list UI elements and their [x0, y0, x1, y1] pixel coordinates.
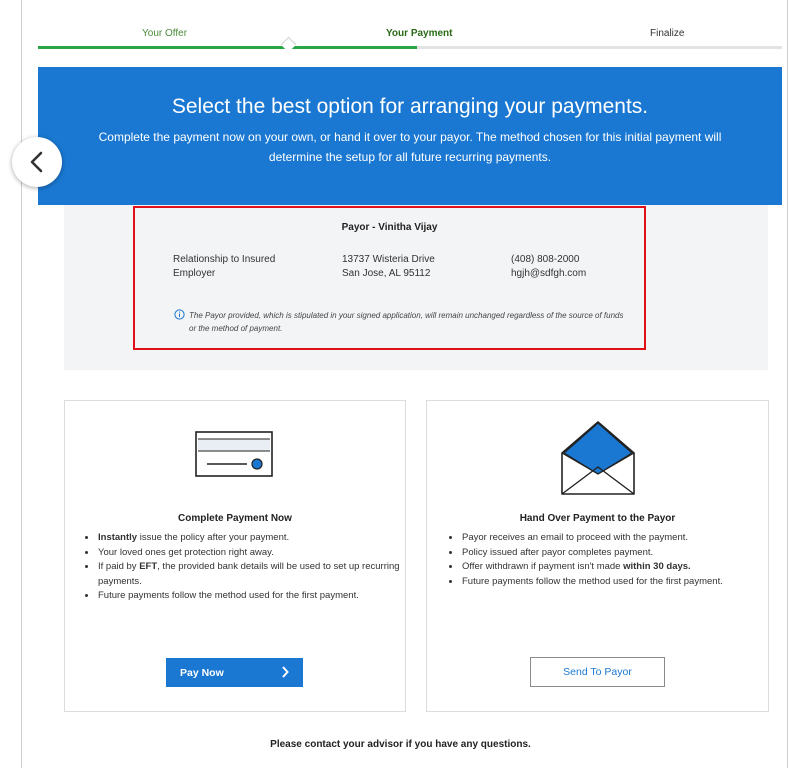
- send-to-payor-button[interactable]: Send To Payor: [530, 657, 665, 687]
- payor-title: Payor - Vinitha Vijay: [341, 222, 438, 233]
- payor-phone: (408) 808-2000: [511, 254, 580, 265]
- pay-now-card: Complete Payment Now Instantly issue the…: [64, 400, 406, 712]
- back-button[interactable]: [12, 137, 62, 187]
- page-subtitle: Complete the payment now on your own, or…: [98, 130, 722, 164]
- step-your-offer[interactable]: Your Offer: [142, 28, 187, 39]
- payor-note: The Payor provided, which is stipulated …: [189, 311, 624, 333]
- chevron-left-icon: [30, 151, 43, 173]
- open-envelope-icon: [561, 421, 635, 495]
- list-item: Instantly issue the policy after your pa…: [97, 531, 417, 546]
- footer-help-text: Please contact your advisor if you have …: [270, 739, 531, 750]
- payor-relationship: Relationship to Insured Employer: [173, 253, 275, 281]
- progress-bar: [38, 46, 418, 49]
- progress-stepper: Your Offer Your Payment Finalize: [38, 0, 782, 53]
- payor-email: hgjh@sdfgh.com: [511, 268, 587, 279]
- payor-details-box: Payor - Vinitha Vijay Relationship to In…: [133, 206, 646, 350]
- list-item: Payor receives an email to proceed with …: [461, 531, 771, 546]
- address-line1: 13737 Wisteria Drive: [342, 254, 435, 265]
- chevron-right-icon: [282, 666, 289, 678]
- hand-over-title: Hand Over Payment to the Payor: [519, 513, 676, 524]
- info-icon: [174, 309, 185, 320]
- page-title: Select the best option for arranging you…: [171, 95, 649, 118]
- hand-over-details: Payor receives an email to proceed with …: [449, 531, 771, 589]
- list-item: Future payments follow the method used f…: [461, 575, 771, 590]
- payor-address: 13737 Wisteria Drive San Jose, AL 95112: [342, 253, 435, 281]
- list-item: Offer withdrawn if payment isn't made wi…: [461, 560, 771, 575]
- current-step-caret: [280, 36, 297, 53]
- step-finalize[interactable]: Finalize: [650, 28, 684, 39]
- pay-now-label: Pay Now: [180, 666, 224, 679]
- credit-card-icon: [195, 431, 273, 477]
- address-line2: San Jose, AL 95112: [342, 268, 431, 279]
- relationship-label: Relationship to Insured: [173, 254, 276, 265]
- hand-over-card: Hand Over Payment to the Payor Payor rec…: [426, 400, 769, 712]
- list-item: Future payments follow the method used f…: [97, 589, 417, 604]
- step-your-payment[interactable]: Your Payment: [386, 28, 453, 39]
- list-item: Your loved ones get protection right awa…: [97, 546, 417, 561]
- instruction-banner: Select the best option for arranging you…: [38, 67, 782, 205]
- pay-now-title: Complete Payment Now: [178, 513, 292, 524]
- pay-now-benefits: Instantly issue the policy after your pa…: [85, 531, 417, 604]
- payor-contact: (408) 808-2000 hgjh@sdfgh.com: [511, 253, 586, 281]
- pay-now-button[interactable]: Pay Now: [166, 658, 303, 687]
- relationship-value: Employer: [173, 268, 216, 279]
- list-item: If paid by EFT, the provided bank detail…: [97, 560, 417, 589]
- list-item: Policy issued after payor completes paym…: [461, 546, 771, 561]
